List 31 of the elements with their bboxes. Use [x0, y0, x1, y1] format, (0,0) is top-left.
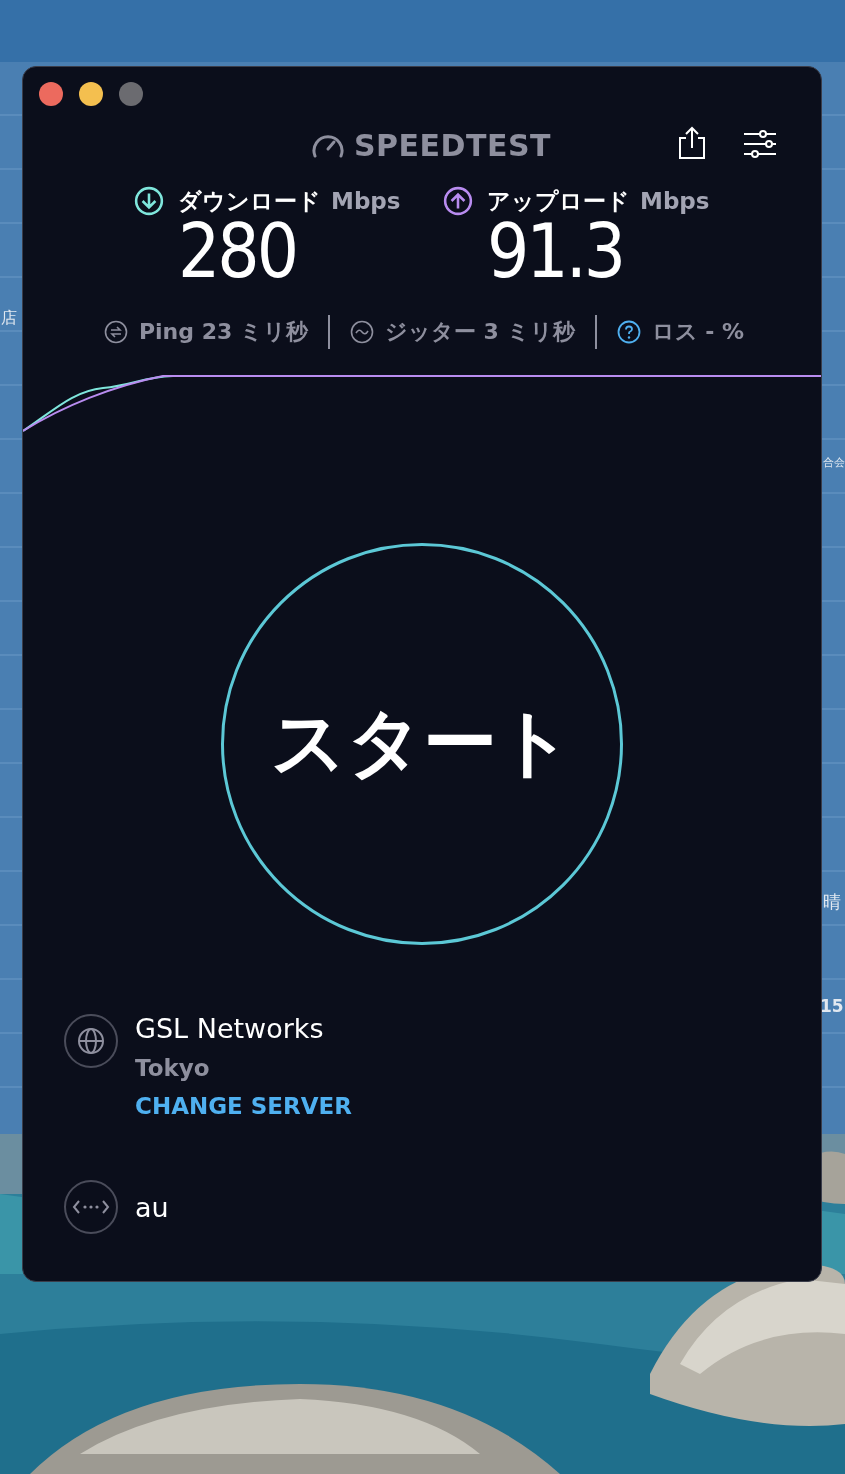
- upload-icon: [443, 186, 473, 216]
- ping-icon: [103, 320, 128, 344]
- result-label: アップロード: [487, 186, 630, 216]
- metric-text: ロス - %: [651, 318, 745, 346]
- share-icon[interactable]: [678, 126, 706, 160]
- help-icon: [616, 320, 641, 344]
- globe-icon: [63, 1013, 119, 1069]
- change-server-link[interactable]: CHANGE SERVER: [135, 1091, 352, 1121]
- result-label: ダウンロード: [178, 186, 321, 216]
- jitter-icon: [349, 320, 374, 344]
- server-name: GSL Networks: [135, 1013, 324, 1045]
- background-text: 合会: [823, 457, 845, 468]
- server-location: Tokyo: [135, 1054, 210, 1083]
- download-icon: [134, 186, 164, 216]
- background-text: 15: [820, 998, 844, 1015]
- unit-label: Mbps: [331, 188, 401, 214]
- result-value: 91.3: [486, 216, 624, 286]
- app-logo: SPEEDTEST: [354, 127, 551, 163]
- metric-text: ジッター 3 ミリ秒: [384, 318, 575, 346]
- result-value: 280: [177, 216, 298, 286]
- background-text: 晴: [823, 893, 841, 911]
- start-button[interactable]: スタート: [221, 543, 623, 945]
- settings-icon[interactable]: [743, 130, 777, 158]
- minimize-button[interactable]: [79, 82, 103, 106]
- close-button[interactable]: [39, 82, 63, 106]
- unit-label: Mbps: [640, 188, 710, 214]
- provider-name: au: [135, 1191, 169, 1223]
- zoom-button[interactable]: [119, 82, 143, 106]
- connection-icon: [63, 1179, 119, 1235]
- metric-text: Ping 23 ミリ秒: [138, 318, 308, 346]
- background-text: 店: [1, 310, 17, 326]
